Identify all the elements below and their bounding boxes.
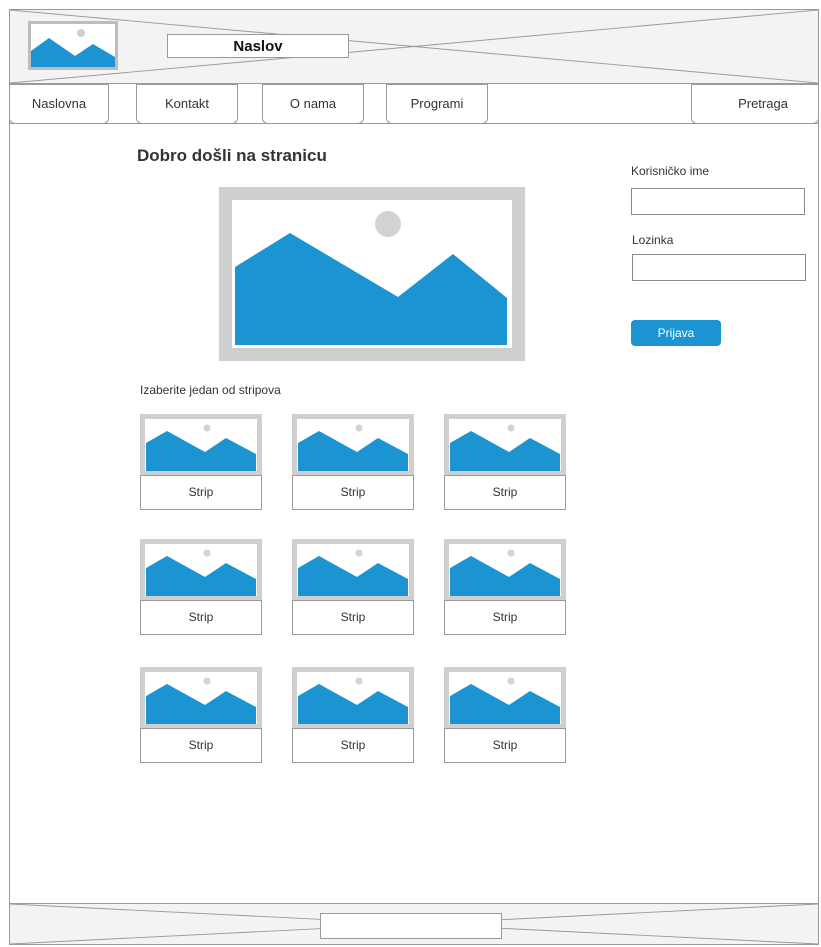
comic-card[interactable]: Strip bbox=[444, 414, 566, 511]
comic-card-label[interactable]: Strip bbox=[140, 600, 262, 635]
comic-card[interactable]: Strip bbox=[140, 539, 262, 636]
welcome-heading: Dobro došli na stranicu bbox=[137, 146, 327, 165]
username-label: Korisničko ime bbox=[631, 164, 710, 178]
login-button[interactable]: Prijava bbox=[631, 320, 721, 346]
nav-divider bbox=[9, 123, 819, 124]
comic-card-label[interactable]: Strip bbox=[444, 728, 566, 763]
hero-image bbox=[219, 187, 525, 361]
image-icon bbox=[450, 677, 560, 724]
comic-card-label[interactable]: Strip bbox=[140, 728, 262, 763]
comic-card[interactable]: Strip bbox=[292, 667, 414, 764]
comic-card-label[interactable]: Strip bbox=[292, 600, 414, 635]
comic-card[interactable]: Strip bbox=[140, 667, 262, 764]
image-icon bbox=[298, 424, 408, 471]
comic-card-label[interactable]: Strip bbox=[292, 475, 414, 510]
image-icon bbox=[450, 549, 560, 596]
page-title: Naslov bbox=[167, 34, 349, 58]
nav-item-kontakt[interactable]: Kontakt bbox=[136, 84, 238, 124]
username-input[interactable] bbox=[631, 188, 805, 215]
image-icon bbox=[146, 424, 256, 471]
comic-card-label[interactable]: Strip bbox=[140, 475, 262, 510]
password-input[interactable] bbox=[632, 254, 806, 281]
comic-card-label[interactable]: Strip bbox=[444, 600, 566, 635]
image-icon bbox=[146, 677, 256, 724]
password-label: Lozinka bbox=[632, 233, 674, 247]
logo[interactable] bbox=[28, 21, 118, 70]
image-icon bbox=[298, 549, 408, 596]
header-banner bbox=[9, 9, 819, 84]
image-icon bbox=[450, 424, 560, 471]
comics-subheading: Izaberite jedan od stripova bbox=[140, 383, 281, 397]
comic-card[interactable]: Strip bbox=[140, 414, 262, 511]
search-button[interactable]: Pretraga bbox=[691, 84, 819, 124]
image-icon bbox=[31, 29, 115, 67]
comic-card-label[interactable]: Strip bbox=[292, 728, 414, 763]
page-frame bbox=[9, 9, 819, 945]
image-icon bbox=[146, 549, 256, 596]
comic-card[interactable]: Strip bbox=[444, 667, 566, 764]
comic-card[interactable]: Strip bbox=[292, 414, 414, 511]
comic-card[interactable]: Strip bbox=[292, 539, 414, 636]
comic-card-label[interactable]: Strip bbox=[444, 475, 566, 510]
nav-item-naslovna[interactable]: Naslovna bbox=[9, 84, 109, 124]
nav-item-o-nama[interactable]: O nama bbox=[262, 84, 364, 124]
comic-card[interactable]: Strip bbox=[444, 539, 566, 636]
nav-item-programi[interactable]: Programi bbox=[386, 84, 488, 124]
footer-text-box bbox=[320, 913, 502, 939]
image-icon bbox=[235, 211, 507, 345]
image-icon bbox=[298, 677, 408, 724]
